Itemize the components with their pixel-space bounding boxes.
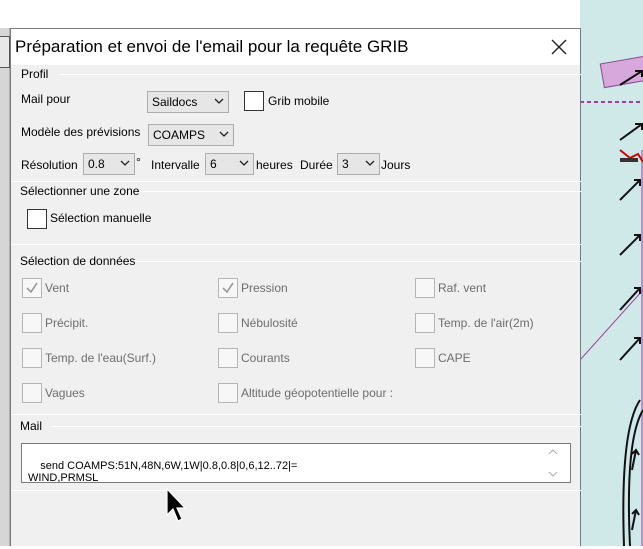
title-bar: Préparation et envoi de l'email pour la … — [11, 29, 580, 65]
waves-checkbox[interactable] — [22, 383, 42, 403]
gust-checkbox[interactable] — [415, 278, 435, 298]
parent-window-edge — [0, 28, 10, 546]
resolution-label: Résolution — [21, 158, 78, 172]
air-temp-label: Temp. de l'air(2m) — [438, 316, 534, 330]
pressure-checkbox[interactable] — [218, 278, 238, 298]
waves-label: Vagues — [45, 386, 85, 400]
chevron-down-icon — [219, 131, 229, 137]
section-divider — [141, 191, 582, 192]
precipitation-checkbox[interactable] — [22, 313, 42, 333]
water-temp-label: Temp. de l'eau(Surf.) — [45, 351, 157, 365]
air-temp-checkbox[interactable] — [415, 313, 435, 333]
manual-selection-checkbox[interactable] — [27, 209, 47, 229]
mail-body-textarea[interactable]: send COAMPS:51N,48N,6W,1W|0.8,0.8|0,6,12… — [21, 443, 571, 483]
mouse-pointer-icon — [166, 488, 187, 522]
section-divider — [11, 181, 582, 182]
section-divider — [51, 426, 582, 427]
resolution-unit: ° — [136, 155, 141, 169]
water-temp-checkbox[interactable] — [22, 348, 42, 368]
wind-checkbox[interactable] — [22, 278, 42, 298]
duration-select[interactable]: 3 — [337, 153, 380, 175]
cape-label: CAPE — [438, 351, 471, 365]
cloud-cover-checkbox[interactable] — [218, 313, 238, 333]
section-mail-title: Mail — [20, 419, 43, 433]
duration-value: 3 — [342, 157, 349, 171]
section-profile-title: Profil — [21, 67, 49, 81]
close-button[interactable] — [544, 33, 574, 61]
model-value: COAMPS — [153, 128, 206, 142]
mail-for-label: Mail pour — [21, 92, 71, 106]
geopotential-label: Altitude géopotentielle pour : — [241, 386, 394, 400]
scroll-down-icon[interactable] — [548, 470, 558, 478]
gust-label: Raf. vent — [438, 281, 487, 295]
section-zone-title: Sélectionner une zone — [20, 184, 140, 198]
interval-unit: heures — [256, 158, 293, 172]
mail-for-select[interactable]: Saildocs — [147, 91, 229, 113]
resolution-value: 0.8 — [88, 157, 105, 171]
chart-background — [579, 0, 643, 547]
section-divider — [59, 74, 582, 75]
precipitation-label: Précipit. — [45, 316, 89, 330]
model-label: Modèle des prévisions — [21, 125, 141, 139]
chart-overlay — [579, 55, 643, 547]
toolbar-icon[interactable] — [0, 36, 10, 68]
close-icon — [551, 39, 567, 55]
check-icon — [222, 282, 234, 294]
currents-checkbox[interactable] — [218, 348, 238, 368]
grib-mobile-checkbox[interactable] — [244, 91, 264, 111]
mail-for-value: Saildocs — [152, 95, 198, 109]
manual-selection-label: Sélection manuelle — [50, 211, 152, 225]
grib-request-dialog: Préparation et envoi de l'email pour la … — [10, 28, 582, 546]
section-divider — [136, 261, 582, 262]
mail-body-text: send COAMPS:51N,48N,6W,1W|0.8,0.8|0,6,12… — [28, 460, 298, 483]
cloud-cover-label: Nébulosité — [241, 316, 298, 330]
interval-label: Intervalle — [151, 158, 200, 172]
scroll-up-icon[interactable] — [548, 448, 558, 456]
currents-label: Courants — [241, 351, 290, 365]
wind-label: Vent — [45, 281, 70, 295]
chevron-down-icon — [365, 160, 375, 166]
model-select[interactable]: COAMPS — [148, 124, 234, 146]
section-divider — [11, 490, 582, 491]
section-divider — [11, 414, 582, 415]
section-divider — [11, 244, 582, 245]
check-icon — [26, 282, 38, 294]
chevron-down-icon — [239, 160, 249, 166]
interval-value: 6 — [210, 157, 217, 171]
chevron-down-icon — [214, 98, 224, 104]
resolution-select[interactable]: 0.8 — [83, 153, 135, 175]
grib-mobile-label: Grib mobile — [268, 94, 330, 108]
chevron-down-icon — [120, 160, 130, 166]
duration-label: Durée — [300, 158, 333, 172]
pressure-label: Pression — [241, 281, 288, 295]
cape-checkbox[interactable] — [415, 348, 435, 368]
geopotential-checkbox[interactable] — [218, 383, 238, 403]
interval-select[interactable]: 6 — [205, 153, 254, 175]
section-data-title: Sélection de données — [20, 254, 136, 268]
dialog-title: Préparation et envoi de l'email pour la … — [15, 37, 409, 56]
duration-unit: Jours — [381, 158, 411, 172]
